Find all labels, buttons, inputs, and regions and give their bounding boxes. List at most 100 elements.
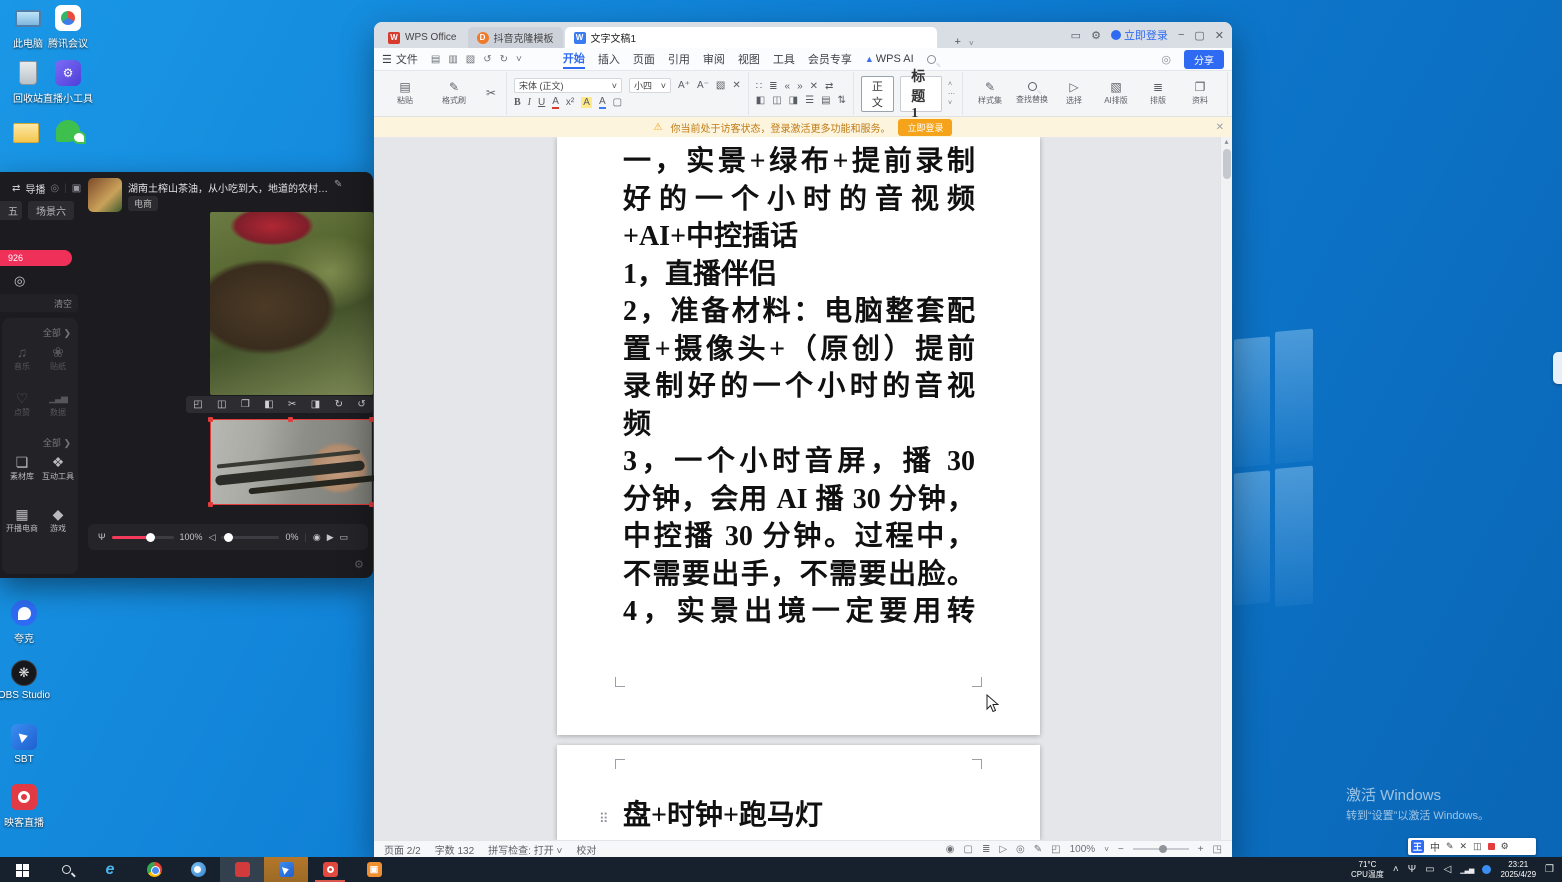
grid-icon[interactable]: ◫ (217, 399, 226, 410)
superscript-button[interactable]: x² (566, 97, 574, 108)
flip-horizontal-icon[interactable]: ◧ (264, 399, 273, 410)
taskbar-red-ring-app[interactable] (308, 857, 352, 882)
share-button[interactable]: 分享 (1184, 50, 1224, 69)
video-source-main[interactable] (210, 212, 373, 395)
style-gallery-spinner[interactable]: ˄ ⋯ ˅ (948, 81, 955, 107)
decrease-indent-icon[interactable]: « (785, 81, 791, 92)
ltr-icon[interactable]: ⇄ (825, 81, 833, 92)
scrollbar-thumb[interactable] (1223, 149, 1231, 179)
menu-file[interactable]: ☰ 文件 (382, 51, 418, 67)
word-count[interactable]: 字数 132 (435, 842, 474, 857)
web-view-icon[interactable]: ◎ (1016, 844, 1025, 855)
spellcheck-status[interactable]: 拼写检查: 打开 ˅ (488, 842, 562, 857)
menu-tools[interactable]: 工具 (773, 51, 795, 67)
switch-mode-icon[interactable]: ⇄ (12, 183, 20, 194)
tool-sticker[interactable]: ❀ 贴纸 (40, 344, 76, 372)
text-effects-icon[interactable]: ▧ (716, 80, 725, 91)
scene-tab-partial[interactable]: 五 (0, 201, 22, 220)
align-right-icon[interactable]: ◨ (789, 95, 798, 106)
ai-typeset-button[interactable]: ▧ AI排版 (1096, 72, 1136, 115)
action-center-icon[interactable]: ❐ (1545, 864, 1554, 875)
desktop-icon-sbt[interactable]: SBT (0, 722, 56, 765)
target-icon[interactable]: ◎ (14, 273, 25, 289)
zoom-out-button[interactable]: − (1118, 844, 1124, 855)
distribute-icon[interactable]: ▤ (821, 95, 830, 106)
maximize-button[interactable]: ▢ (1194, 29, 1204, 42)
format-painter-button[interactable]: ✎ 格式刷 (434, 72, 474, 115)
fullscreen-icon[interactable]: ◳ (1213, 844, 1222, 855)
font-color-button[interactable]: A (552, 96, 559, 109)
info-icon[interactable]: ◎ (50, 183, 59, 194)
cut-button[interactable]: ✂ (483, 72, 499, 115)
play-view-icon[interactable]: ▷ (999, 844, 1007, 855)
undo-icon[interactable]: ↺ (357, 399, 365, 410)
redo-icon[interactable]: ↻ (500, 54, 508, 65)
style-normal[interactable]: 正文 (861, 76, 894, 112)
numbered-list-icon[interactable]: ≣ (769, 81, 777, 92)
menu-page[interactable]: 页面 (633, 51, 655, 67)
close-notice-icon[interactable]: ✕ (1216, 122, 1224, 133)
taskbar-orange-app[interactable]: ▣ (352, 857, 396, 882)
copy-icon[interactable]: ❐ (241, 399, 250, 410)
resize-handle[interactable] (208, 417, 213, 422)
clear-style-icon[interactable]: ✕ (810, 81, 818, 92)
select-button[interactable]: ▷ 选择 (1054, 72, 1094, 115)
resize-handle[interactable] (208, 502, 213, 507)
settings-icon[interactable]: ⚙ (1091, 29, 1101, 42)
proofread-button[interactable]: 校对 (576, 842, 596, 857)
ime-lang-toggle[interactable]: 中 (1430, 839, 1440, 854)
ime-pen-icon[interactable]: ✎ (1446, 841, 1454, 852)
spinner-more-icon[interactable]: ⋯ (948, 90, 955, 98)
edit-mode-icon[interactable]: ✎ (1034, 844, 1042, 855)
align-left-icon[interactable]: ◧ (756, 95, 765, 106)
save-icon[interactable]: ▤ (431, 54, 440, 65)
layout-mode-icon[interactable]: ▭ (1071, 29, 1081, 42)
mic-icon[interactable]: Ψ (98, 532, 106, 542)
menu-reference[interactable]: 引用 (668, 51, 690, 67)
document-page-2[interactable]: ⠿ 盘+时钟+跑马灯 (557, 745, 1040, 840)
paragraph-grip-icon[interactable]: ⠿ (599, 811, 609, 827)
find-replace-button[interactable]: 查找替换 (1012, 72, 1052, 115)
line-spacing-icon[interactable]: ⇅ (838, 95, 846, 106)
ime-settings-icon[interactable]: ⚙ (1501, 841, 1509, 852)
rotate-icon[interactable]: ↻ (335, 399, 343, 410)
menu-wps-ai[interactable]: ▲ WPS AI (865, 53, 914, 65)
tab-list-chevron-icon[interactable]: ˅ (969, 39, 974, 48)
login-button[interactable]: 立即登录 (1111, 27, 1168, 43)
align-center-icon[interactable]: ◫ (772, 95, 781, 106)
font-size-select[interactable]: 小四 ˅ (629, 78, 671, 93)
justify-icon[interactable]: ☰ (805, 95, 814, 106)
paste-button[interactable]: ▤ 粘贴 (385, 72, 425, 115)
bold-button[interactable]: B (514, 97, 521, 108)
page-view-icon[interactable]: ▢ (963, 844, 972, 855)
taskbar-red-app[interactable] (220, 857, 264, 882)
bluetooth-tray-icon[interactable] (1482, 865, 1491, 874)
director-mode-label[interactable]: 导播 (25, 181, 45, 196)
italic-button[interactable]: I (528, 97, 531, 108)
room-cover-thumbnail[interactable] (88, 178, 122, 212)
minimize-button[interactable]: − (1178, 29, 1184, 41)
start-button[interactable] (0, 857, 44, 882)
tool-data[interactable]: ▁▃▅ 数据 (40, 390, 76, 418)
typeset-button[interactable]: ≣ 排版 (1138, 72, 1178, 115)
char-color-button[interactable]: A (599, 96, 606, 109)
video-source-selected[interactable] (210, 419, 372, 505)
underline-button[interactable]: U (538, 97, 545, 108)
tool-material-library[interactable]: ❏ 素材库 (4, 454, 40, 482)
taskbar-browser[interactable] (176, 857, 220, 882)
document-page-1[interactable]: 一，实景+绿布+提前录制 好的一个小时的音视频 +AI+中控插话 1，直播伴侣 … (557, 137, 1040, 735)
style-set-button[interactable]: ✎ 样式集 (970, 72, 1010, 115)
scroll-up-icon[interactable]: ▴ (1224, 137, 1228, 146)
print-icon[interactable]: ▥ (448, 54, 457, 65)
increase-font-icon[interactable]: A⁺ (678, 80, 690, 91)
desktop-icon-quark[interactable]: 夸克 (0, 598, 56, 645)
taskbar-live-companion-active[interactable] (264, 857, 308, 882)
edge-panel-handle[interactable] (1553, 352, 1562, 384)
screen-share-icon[interactable]: ▭ (340, 532, 349, 543)
scene-tab-six[interactable]: 场景六 (28, 201, 74, 220)
spinner-down-icon[interactable]: ˅ (948, 100, 955, 107)
outline-view-icon[interactable]: ≣ (982, 844, 990, 855)
char-border-icon[interactable]: ▢ (613, 97, 622, 108)
tool-interactive[interactable]: ❖ 互动工具 (40, 454, 76, 482)
section-all-link[interactable]: 全部 ❯ (43, 326, 71, 339)
